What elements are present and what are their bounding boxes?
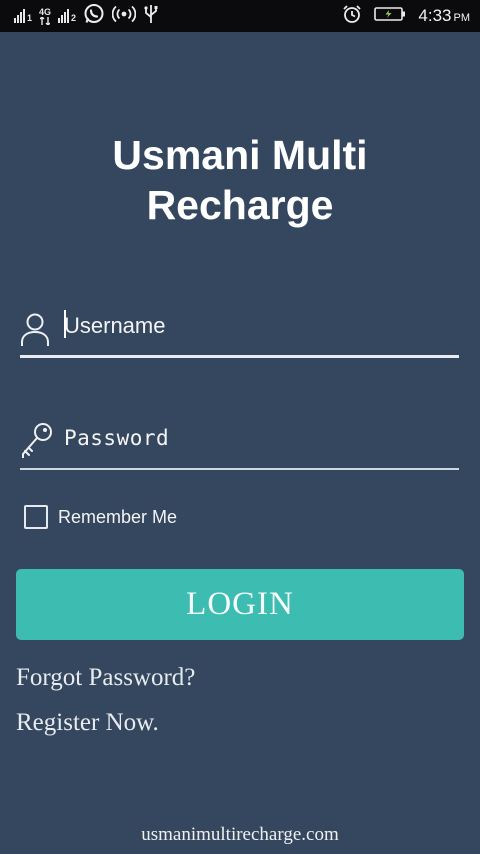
user-icon: [20, 306, 50, 348]
signal-4g-icon: 4G: [39, 6, 52, 25]
key-icon: [20, 418, 52, 459]
app-title-line1: Usmani Multi: [112, 132, 368, 178]
username-input[interactable]: [64, 304, 454, 348]
password-field[interactable]: [20, 414, 459, 470]
password-input[interactable]: [64, 416, 454, 460]
remember-me-label: Remember Me: [58, 506, 178, 527]
footer-domain: usmanimultirecharge.com: [141, 824, 339, 845]
register-link[interactable]: Register Now.: [16, 709, 159, 737]
remember-me[interactable]: Remember Me: [24, 505, 177, 529]
login-button[interactable]: LOGIN: [16, 569, 464, 640]
password-underline: [20, 468, 459, 470]
username-field[interactable]: [20, 302, 459, 358]
alarm-icon: [342, 4, 362, 29]
signal-sim1-icon: 1: [14, 9, 32, 23]
clock-time: 4:33: [418, 6, 452, 25]
whatsapp-icon: [83, 3, 105, 30]
network-type-label: 4G: [39, 6, 52, 17]
usb-icon: [143, 4, 159, 29]
app-title-line2: Recharge: [146, 182, 334, 228]
forgot-password-link[interactable]: Forgot Password?: [16, 664, 195, 692]
clock-ampm: PM: [453, 12, 471, 24]
signal-sim2-icon: 2: [58, 9, 76, 23]
hotspot-icon: [111, 5, 137, 28]
remember-me-checkbox[interactable]: [24, 505, 48, 529]
clock: 4:33 PM: [418, 6, 470, 26]
status-right-icons: 4:33 PM: [342, 4, 470, 29]
status-left-icons: 1 4G 2: [14, 3, 159, 30]
sim2-label: 2: [71, 13, 77, 23]
battery-charging-icon: [374, 6, 406, 27]
username-underline: [20, 355, 459, 358]
text-cursor: [64, 310, 66, 338]
status-bar: 1 4G 2 4:33 PM: [0, 0, 480, 32]
app-title: Usmani Multi Recharge: [0, 130, 480, 230]
sim1-label: 1: [27, 13, 33, 23]
